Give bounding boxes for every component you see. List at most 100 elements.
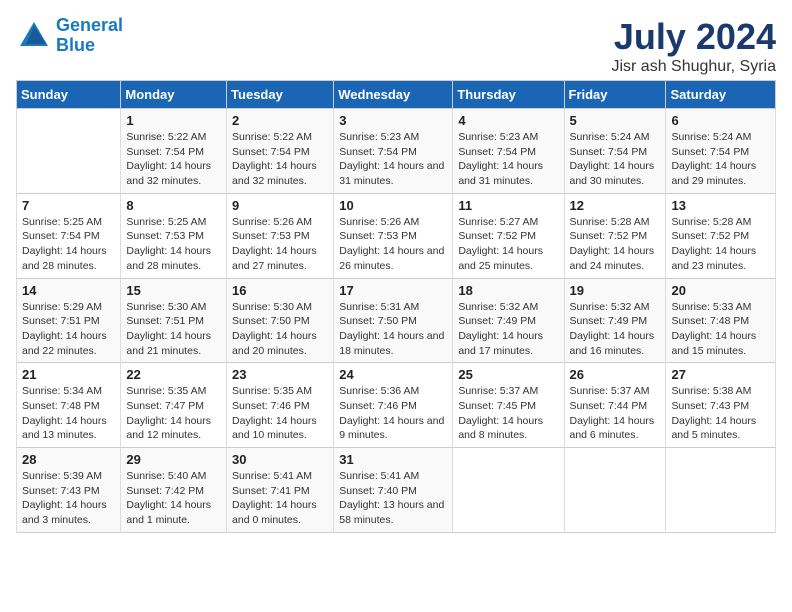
cell-info: Sunrise: 5:24 AMSunset: 7:54 PMDaylight:… <box>671 130 770 189</box>
day-number: 24 <box>339 367 447 382</box>
calendar-cell: 6 Sunrise: 5:24 AMSunset: 7:54 PMDaylight… <box>666 109 776 194</box>
day-number: 30 <box>232 452 328 467</box>
day-number: 6 <box>671 113 770 128</box>
calendar-cell: 27 Sunrise: 5:38 AMSunset: 7:43 PMDayligh… <box>666 363 776 448</box>
cell-info: Sunrise: 5:33 AMSunset: 7:48 PMDaylight:… <box>671 300 770 359</box>
cell-info: Sunrise: 5:40 AMSunset: 7:42 PMDaylight:… <box>126 469 221 528</box>
day-number: 29 <box>126 452 221 467</box>
calendar-cell: 24 Sunrise: 5:36 AMSunset: 7:46 PMDayligh… <box>334 363 453 448</box>
day-number: 11 <box>458 198 558 213</box>
weekday-header: Tuesday <box>227 81 334 109</box>
day-number: 28 <box>22 452 115 467</box>
cell-info: Sunrise: 5:36 AMSunset: 7:46 PMDaylight:… <box>339 384 447 443</box>
cell-info: Sunrise: 5:22 AMSunset: 7:54 PMDaylight:… <box>232 130 328 189</box>
calendar-cell: 22Sunrise: 5:35 AMSunset: 7:47 PMDayligh… <box>121 363 227 448</box>
day-number: 14 <box>22 283 115 298</box>
cell-info: Sunrise: 5:32 AMSunset: 7:49 PMDaylight:… <box>458 300 558 359</box>
calendar-cell <box>666 448 776 533</box>
cell-info: Sunrise: 5:28 AMSunset: 7:52 PMDaylight:… <box>671 215 770 274</box>
day-number: 5 <box>570 113 661 128</box>
calendar-cell: 8 Sunrise: 5:25 AMSunset: 7:53 PMDaylight… <box>121 193 227 278</box>
calendar-cell: 12 Sunrise: 5:28 AMSunset: 7:52 PMDayligh… <box>564 193 666 278</box>
calendar-cell: 25 Sunrise: 5:37 AMSunset: 7:45 PMDayligh… <box>453 363 564 448</box>
day-number: 10 <box>339 198 447 213</box>
calendar-week-row: 7 Sunrise: 5:25 AMSunset: 7:54 PMDaylight… <box>17 193 776 278</box>
page-header: General Blue July 2024 Jisr ash Shughur,… <box>16 16 776 76</box>
calendar-cell <box>453 448 564 533</box>
day-number: 15 <box>126 283 221 298</box>
day-number: 27 <box>671 367 770 382</box>
calendar-cell: 31Sunrise: 5:41 AMSunset: 7:40 PMDayligh… <box>334 448 453 533</box>
day-number: 20 <box>671 283 770 298</box>
day-number: 16 <box>232 283 328 298</box>
calendar-week-row: 1 Sunrise: 5:22 AMSunset: 7:54 PMDaylight… <box>17 109 776 194</box>
day-number: 9 <box>232 198 328 213</box>
cell-info: Sunrise: 5:31 AMSunset: 7:50 PMDaylight:… <box>339 300 447 359</box>
cell-info: Sunrise: 5:37 AMSunset: 7:44 PMDaylight:… <box>570 384 661 443</box>
calendar-table: SundayMondayTuesdayWednesdayThursdayFrid… <box>16 80 776 533</box>
calendar-cell: 19Sunrise: 5:32 AMSunset: 7:49 PMDayligh… <box>564 278 666 363</box>
cell-info: Sunrise: 5:41 AMSunset: 7:41 PMDaylight:… <box>232 469 328 528</box>
calendar-cell: 17 Sunrise: 5:31 AMSunset: 7:50 PMDayligh… <box>334 278 453 363</box>
calendar-week-row: 14 Sunrise: 5:29 AMSunset: 7:51 PMDayligh… <box>17 278 776 363</box>
calendar-cell: 2Sunrise: 5:22 AMSunset: 7:54 PMDaylight… <box>227 109 334 194</box>
cell-info: Sunrise: 5:23 AMSunset: 7:54 PMDaylight:… <box>458 130 558 189</box>
day-number: 25 <box>458 367 558 382</box>
logo: General Blue <box>16 16 123 56</box>
cell-info: Sunrise: 5:28 AMSunset: 7:52 PMDaylight:… <box>570 215 661 274</box>
calendar-cell: 5 Sunrise: 5:24 AMSunset: 7:54 PMDaylight… <box>564 109 666 194</box>
calendar-header-row: SundayMondayTuesdayWednesdayThursdayFrid… <box>17 81 776 109</box>
calendar-cell: 28Sunrise: 5:39 AMSunset: 7:43 PMDayligh… <box>17 448 121 533</box>
cell-info: Sunrise: 5:30 AMSunset: 7:51 PMDaylight:… <box>126 300 221 359</box>
calendar-week-row: 28Sunrise: 5:39 AMSunset: 7:43 PMDayligh… <box>17 448 776 533</box>
day-number: 7 <box>22 198 115 213</box>
calendar-cell: 21Sunrise: 5:34 AMSunset: 7:48 PMDayligh… <box>17 363 121 448</box>
logo-icon <box>16 18 52 54</box>
cell-info: Sunrise: 5:26 AMSunset: 7:53 PMDaylight:… <box>339 215 447 274</box>
calendar-cell <box>564 448 666 533</box>
cell-info: Sunrise: 5:25 AMSunset: 7:54 PMDaylight:… <box>22 215 115 274</box>
subtitle: Jisr ash Shughur, Syria <box>611 58 776 76</box>
calendar-cell: 9 Sunrise: 5:26 AMSunset: 7:53 PMDaylight… <box>227 193 334 278</box>
calendar-cell: 15 Sunrise: 5:30 AMSunset: 7:51 PMDayligh… <box>121 278 227 363</box>
cell-info: Sunrise: 5:38 AMSunset: 7:43 PMDaylight:… <box>671 384 770 443</box>
cell-info: Sunrise: 5:32 AMSunset: 7:49 PMDaylight:… <box>570 300 661 359</box>
cell-info: Sunrise: 5:27 AMSunset: 7:52 PMDaylight:… <box>458 215 558 274</box>
calendar-cell: 29 Sunrise: 5:40 AMSunset: 7:42 PMDayligh… <box>121 448 227 533</box>
day-number: 8 <box>126 198 221 213</box>
calendar-cell: 30 Sunrise: 5:41 AMSunset: 7:41 PMDayligh… <box>227 448 334 533</box>
cell-info: Sunrise: 5:37 AMSunset: 7:45 PMDaylight:… <box>458 384 558 443</box>
calendar-cell: 1 Sunrise: 5:22 AMSunset: 7:54 PMDaylight… <box>121 109 227 194</box>
cell-info: Sunrise: 5:34 AMSunset: 7:48 PMDaylight:… <box>22 384 115 443</box>
day-number: 12 <box>570 198 661 213</box>
calendar-week-row: 21Sunrise: 5:34 AMSunset: 7:48 PMDayligh… <box>17 363 776 448</box>
logo-text: General Blue <box>56 16 123 56</box>
calendar-cell: 16Sunrise: 5:30 AMSunset: 7:50 PMDayligh… <box>227 278 334 363</box>
main-title: July 2024 <box>611 16 776 58</box>
calendar-cell: 11 Sunrise: 5:27 AMSunset: 7:52 PMDayligh… <box>453 193 564 278</box>
weekday-header: Sunday <box>17 81 121 109</box>
cell-info: Sunrise: 5:29 AMSunset: 7:51 PMDaylight:… <box>22 300 115 359</box>
weekday-header: Thursday <box>453 81 564 109</box>
calendar-cell: 4 Sunrise: 5:23 AMSunset: 7:54 PMDaylight… <box>453 109 564 194</box>
day-number: 3 <box>339 113 447 128</box>
calendar-cell: 10 Sunrise: 5:26 AMSunset: 7:53 PMDayligh… <box>334 193 453 278</box>
day-number: 23 <box>232 367 328 382</box>
day-number: 4 <box>458 113 558 128</box>
calendar-cell: 23 Sunrise: 5:35 AMSunset: 7:46 PMDayligh… <box>227 363 334 448</box>
day-number: 13 <box>671 198 770 213</box>
cell-info: Sunrise: 5:23 AMSunset: 7:54 PMDaylight:… <box>339 130 447 189</box>
cell-info: Sunrise: 5:24 AMSunset: 7:54 PMDaylight:… <box>570 130 661 189</box>
cell-info: Sunrise: 5:25 AMSunset: 7:53 PMDaylight:… <box>126 215 221 274</box>
weekday-header: Monday <box>121 81 227 109</box>
day-number: 18 <box>458 283 558 298</box>
day-number: 1 <box>126 113 221 128</box>
calendar-cell: 3 Sunrise: 5:23 AMSunset: 7:54 PMDaylight… <box>334 109 453 194</box>
cell-info: Sunrise: 5:26 AMSunset: 7:53 PMDaylight:… <box>232 215 328 274</box>
day-number: 17 <box>339 283 447 298</box>
cell-info: Sunrise: 5:35 AMSunset: 7:46 PMDaylight:… <box>232 384 328 443</box>
calendar-cell: 20 Sunrise: 5:33 AMSunset: 7:48 PMDayligh… <box>666 278 776 363</box>
cell-info: Sunrise: 5:22 AMSunset: 7:54 PMDaylight:… <box>126 130 221 189</box>
cell-info: Sunrise: 5:35 AMSunset: 7:47 PMDaylight:… <box>126 384 221 443</box>
weekday-header: Friday <box>564 81 666 109</box>
